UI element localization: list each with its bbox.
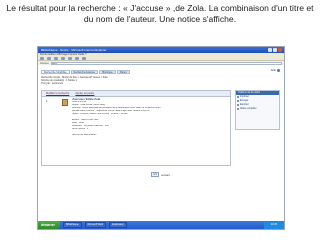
close-icon[interactable] [278, 48, 282, 52]
help-link[interactable]: Aide [271, 69, 280, 72]
next-page-link[interactable]: suivant [161, 173, 170, 177]
taskbar: démarrer Bibliothèque Microsoft Word Exp… [38, 221, 284, 229]
favorites-icon[interactable] [82, 56, 86, 60]
start-button[interactable]: démarrer [38, 221, 60, 229]
pagination: 1/1 suivant [151, 172, 170, 177]
option-full-notice[interactable]: Notice complète [236, 107, 279, 111]
home-icon[interactable] [68, 56, 72, 60]
result-panel-header: Modifier la recherche Ajouter au panier [42, 91, 230, 97]
help-label: Aide [270, 69, 276, 73]
search-icon[interactable] [75, 56, 79, 60]
search-tabs: Recherche Simplifiée Recherche Avancée H… [41, 70, 130, 74]
result-panel: Modifier la recherche Ajouter au panier … [41, 90, 231, 166]
taskbar-item[interactable]: Bibliothèque [63, 222, 82, 228]
browser-window: Bibliothèque - Notice - Microsoft Intern… [37, 46, 285, 230]
search-info: Recherche simple : Mot(s) du titre = J'a… [41, 76, 181, 85]
tab-panier[interactable]: Panier [116, 70, 130, 74]
tab-recherche-simplifiee[interactable]: Recherche Simplifiée [41, 70, 70, 74]
page-indicator: 1/1 [151, 172, 159, 177]
sort-order[interactable]: Trier par : pertinence [41, 82, 181, 85]
help-icon [277, 69, 280, 72]
modify-search-link[interactable]: Modifier la recherche [46, 92, 69, 95]
caption: Le résultat pour la recherche : « J'accu… [6, 3, 314, 24]
window-title: Bibliothèque - Notice - Microsoft Intern… [41, 48, 107, 52]
forward-icon[interactable] [47, 56, 51, 60]
tab-recherche-avancee[interactable]: Recherche Avancée [70, 70, 98, 74]
notice-options-panel: Options de la notice Imprimer Envoyer Ex… [235, 90, 280, 130]
minimize-icon[interactable] [268, 48, 272, 52]
refresh-icon[interactable] [61, 56, 65, 60]
window-controls [268, 48, 284, 52]
system-clock: 10:25 [264, 221, 284, 229]
maximize-icon[interactable] [273, 48, 277, 52]
add-to-basket-link[interactable]: Ajouter au panier [75, 92, 94, 95]
address-input[interactable]: http:// [50, 61, 282, 65]
address-bar: Adresse http:// [38, 61, 284, 65]
taskbar-item[interactable]: Explorateur [109, 222, 127, 228]
show-copies-link[interactable]: Afficher les exemplaires [72, 134, 227, 137]
result-number: 1 [46, 100, 48, 103]
notice: J'accuse / Emile Zola Texte imprimé Aute… [72, 97, 227, 137]
back-icon[interactable] [40, 56, 44, 60]
address-label: Adresse [40, 61, 49, 65]
stop-icon[interactable] [54, 56, 58, 60]
tab-historique[interactable]: Historique [98, 70, 116, 74]
book-icon [62, 99, 68, 106]
taskbar-item[interactable]: Microsoft Word [84, 222, 107, 228]
